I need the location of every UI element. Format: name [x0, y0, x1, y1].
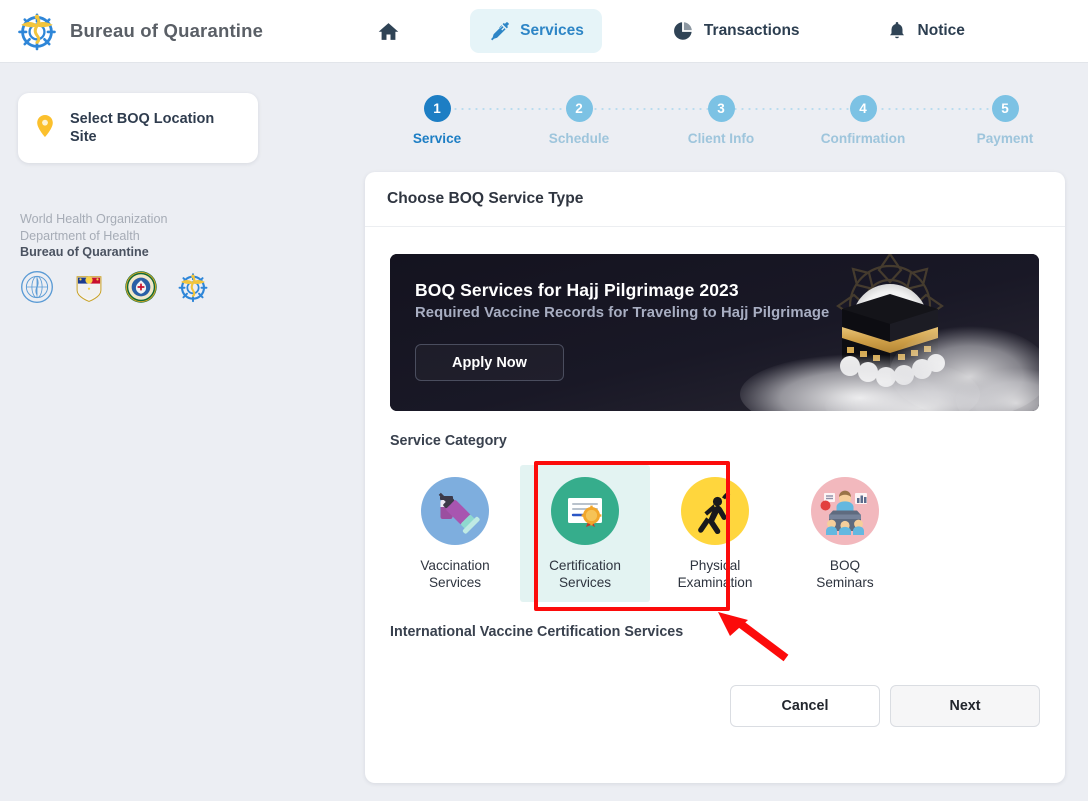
speaker-podium-icon	[811, 477, 879, 545]
stretching-person-icon	[681, 477, 749, 545]
step-payment-number: 5	[991, 95, 1019, 122]
cat-2-line2: Examination	[677, 575, 753, 591]
cat-3-line2: Seminars	[816, 575, 874, 591]
panel-header: Choose BOQ Service Type	[365, 172, 1065, 227]
selected-service-note: International Vaccine Certification Serv…	[390, 623, 684, 640]
cancel-button[interactable]: Cancel	[730, 685, 880, 727]
who-seal-icon	[20, 270, 54, 304]
nav-item-transactions[interactable]: Transactions	[654, 9, 818, 53]
cat-3-line1: BOQ	[829, 558, 861, 573]
app-header: Bureau of Quarantine Services Transactio…	[0, 0, 1088, 63]
banner-text: BOQ Services for Hajj Pilgrimage 2023 Re…	[415, 280, 829, 321]
left-sidebar: Select BOQ Location Site World Health Or…	[0, 63, 360, 801]
bureau-of-quarantine-seal-icon	[176, 270, 210, 304]
cat-1-line1: Certification	[549, 558, 621, 573]
certificate-award-icon	[551, 477, 619, 545]
nav-item-notice-label: Notice	[917, 22, 965, 39]
step-client-info-number: 3	[707, 95, 735, 122]
banner-subheading: Required Vaccine Records for Traveling t…	[415, 305, 830, 321]
step-schedule[interactable]: 2 Schedule	[508, 95, 650, 146]
service-category-list: Vaccination Services Certification Servi…	[390, 465, 1040, 602]
category-certification-services[interactable]: Certification Services	[520, 465, 650, 602]
service-type-panel: Choose BOQ Service Type BOQ Services for…	[365, 172, 1065, 783]
category-boq-seminars-label: BOQ Seminars	[816, 557, 873, 592]
vaccine-syringe-vial-icon	[421, 477, 489, 545]
agency-seals	[20, 270, 210, 304]
kaaba-moon-clouds-illustration-icon	[390, 254, 1039, 411]
philippines-coat-of-arms-seal-icon	[72, 270, 106, 304]
step-service-label: Service	[412, 131, 462, 146]
step-service[interactable]: 1 Service	[366, 95, 508, 146]
home-icon	[377, 20, 400, 43]
step-service-number: 1	[423, 95, 451, 122]
org-line-who: World Health Organization	[20, 212, 168, 226]
organization-credits: World Health Organization Department of …	[20, 211, 167, 261]
banner-heading: BOQ Services for Hajj Pilgrimage 2023	[415, 280, 739, 300]
next-button[interactable]: Next	[890, 685, 1040, 727]
category-vaccination-services-label: Vaccination Services	[420, 557, 489, 592]
syringe-icon	[488, 20, 510, 42]
category-vaccination-services[interactable]: Vaccination Services	[390, 465, 520, 602]
nav-item-notice[interactable]: Notice	[868, 9, 983, 53]
nav-item-transactions-label: Transactions	[703, 22, 800, 39]
location-label-line2: Site	[70, 129, 97, 145]
department-of-health-seal-icon	[124, 270, 158, 304]
brand-title: Bureau of Quarantine	[70, 20, 264, 41]
hajj-promo-banner[interactable]: BOQ Services for Hajj Pilgrimage 2023 Re…	[390, 254, 1039, 411]
cat-1-line2: Services	[558, 575, 612, 591]
category-physical-examination[interactable]: Physical Examination	[650, 465, 780, 602]
select-boq-location-site-button[interactable]: Select BOQ Location Site	[18, 93, 258, 163]
map-pin-icon	[32, 113, 58, 144]
page-title: Choose BOQ Service Type	[387, 190, 584, 207]
booking-stepper: 1 Service 2 Schedule 3 Client Info 4 Con…	[366, 95, 1076, 155]
cat-0-line1: Vaccination	[420, 558, 490, 573]
brand: Bureau of Quarantine	[0, 10, 263, 52]
org-line-doh: Department of Health	[20, 228, 140, 243]
service-category-label: Service Category	[390, 433, 507, 449]
nav-item-services-label: Services	[520, 22, 584, 39]
boq-caduceus-wheel-logo-icon	[16, 10, 58, 52]
select-boq-location-site-label: Select BOQ Location Site	[70, 110, 214, 146]
nav-item-home[interactable]	[363, 9, 424, 54]
main-nav: Services Transactions Notice	[363, 9, 983, 54]
org-line-boq: Bureau of Quarantine	[20, 245, 149, 260]
category-boq-seminars[interactable]: BOQ Seminars	[780, 465, 910, 602]
step-client-info[interactable]: 3 Client Info	[650, 95, 792, 146]
apply-now-button[interactable]: Apply Now	[415, 344, 564, 381]
step-payment[interactable]: 5 Payment	[934, 95, 1076, 146]
cat-0-line2: Services	[428, 575, 482, 591]
panel-actions: Cancel Next	[730, 685, 1040, 727]
step-confirmation[interactable]: 4 Confirmation	[792, 95, 934, 146]
step-payment-label: Payment	[976, 131, 1034, 146]
category-physical-examination-label: Physical Examination	[678, 557, 753, 592]
category-certification-services-label: Certification Services	[549, 557, 621, 592]
pie-chart-icon	[672, 20, 694, 42]
step-schedule-label: Schedule	[548, 131, 610, 146]
nav-item-services[interactable]: Services	[470, 9, 602, 53]
step-confirmation-number: 4	[849, 95, 877, 122]
step-confirmation-label: Confirmation	[820, 131, 906, 146]
bell-icon	[886, 20, 908, 42]
panel-body: BOQ Services for Hajj Pilgrimage 2023 Re…	[365, 227, 1065, 640]
step-client-info-label: Client Info	[687, 131, 755, 146]
cat-2-line1: Physical	[689, 558, 741, 573]
location-label-line1: Select BOQ Location	[70, 110, 215, 127]
step-schedule-number: 2	[565, 95, 593, 122]
